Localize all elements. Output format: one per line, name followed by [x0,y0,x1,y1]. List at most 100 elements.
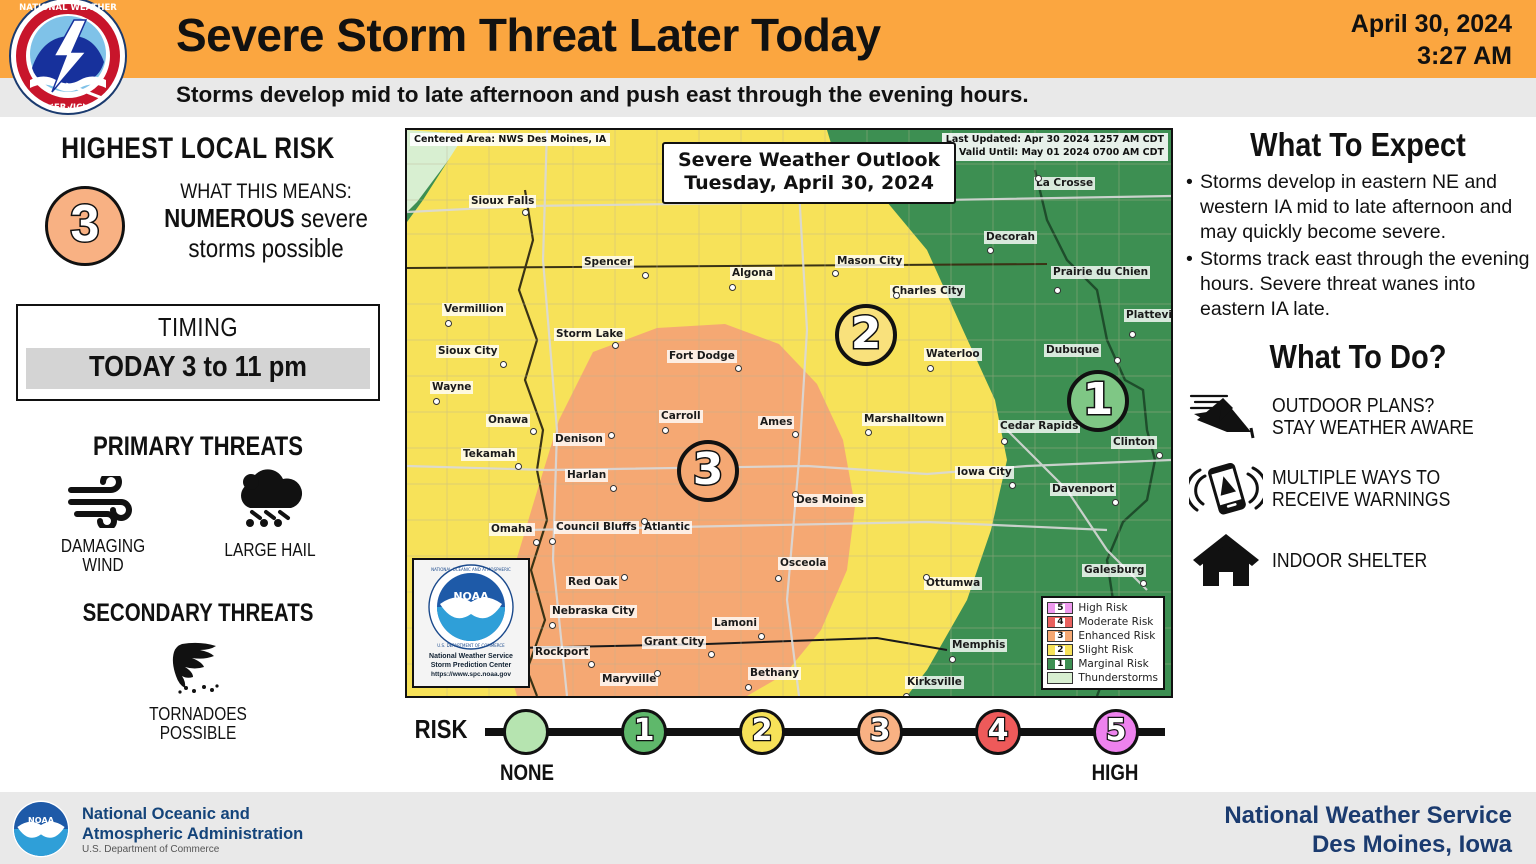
map-city-label: Maryville [600,673,659,687]
primary-threats-heading: PRIMARY THREATS [93,431,303,461]
timing-value-highlight: TODAY 3 to 11 pm [26,348,370,389]
todo-item-text: MULTIPLE WAYS TO RECEIVE WARNINGS [1272,467,1450,511]
header-date: April 30, 2024 [1350,10,1512,38]
map-title-line1: Severe Weather Outlook [678,149,941,171]
map-city-label: Osceola [778,557,829,571]
legend-label: Marginal Risk [1078,658,1149,670]
legend-swatch-number: 2 [1055,644,1066,655]
nws-seal-icon: NATIONAL WEATHER SERVICE [9,0,127,115]
map-city-label: Carroll [659,410,703,424]
risk-scale-node-number: 1 [632,713,655,748]
svg-text:NATIONAL OCEANIC AND ATMOSPHER: NATIONAL OCEANIC AND ATMOSPHERIC [431,567,511,572]
map-city-dot [533,539,540,546]
map-city-dot [612,342,619,349]
legend-label: High Risk [1078,602,1128,614]
map-city-label: Kirksville [905,676,964,690]
map-city-dot [1054,287,1061,294]
legend-row: 3 Enhanced Risk [1047,629,1158,643]
todo-item-text: OUTDOOR PLANS? STAY WEATHER AWARE [1272,395,1474,439]
map-city-label: Atlantic [642,521,693,535]
todo-item-receive-warnings: MULTIPLE WAYS TO RECEIVE WARNINGS [1180,458,1536,520]
map-city-dot [745,684,752,691]
map-city-dot [1009,482,1016,489]
spc-line1: National Weather Service [429,653,513,660]
threat-line1: LARGE HAIL [224,540,316,560]
threat-label: DAMAGING WIND [39,536,168,575]
map-city-dot [775,575,782,582]
noaa-line1: National Oceanic and [82,805,250,823]
todo-line1: INDOOR SHELTER [1272,549,1428,572]
map-city-label: Ames [758,416,795,430]
svg-text:NOAA: NOAA [28,815,55,825]
noaa-seal-icon: NOAA NATIONAL OCEANIC AND ATMOSPHERIC U.… [428,564,514,650]
map-city-label: Iowa City [955,466,1014,480]
header-datetime: April 30, 2024 3:27 AM [1351,8,1512,72]
todo-line2: RECEIVE WARNINGS [1272,488,1451,511]
map-city-dot [445,320,452,327]
map-city-label: Rockport [533,646,591,660]
highest-local-risk-heading: HIGHEST LOCAL RISK [61,132,335,165]
todo-line1: OUTDOOR PLANS? [1272,394,1435,417]
right-panel: What To Expect • Storms develop in easte… [1180,126,1536,792]
page-footer: NOAA National Oceanic and Atmospheric Ad… [0,792,1536,864]
secondary-threats-heading: SECONDARY THREATS [82,599,314,627]
map-city-label: Nebraska City [550,605,637,619]
threat-label: LARGE HAIL [206,540,335,560]
map-city-label: Bethany [748,667,802,681]
risk-scale-node-none [503,709,549,755]
nws-office-line2: Des Moines, Iowa [1311,830,1512,858]
map-city-dot [588,661,595,668]
nws-office-line1: National Weather Service [1224,802,1512,829]
svg-text:U.S. DEPARTMENT OF COMMERCE: U.S. DEPARTMENT OF COMMERCE [437,643,505,648]
map-city-label: Marshalltown [862,413,947,427]
legend-swatch: 1 [1047,658,1074,670]
map-city-dot [515,463,522,470]
map-city-dot [549,538,556,545]
house-icon [1193,533,1259,586]
map-city-label: Fort Dodge [667,350,737,364]
what-this-means: WHAT THIS MEANS: NUMEROUS severe storms … [140,180,392,263]
todo-item-outdoor-plans: OUTDOOR PLANS? STAY WEATHER AWARE [1180,388,1536,446]
legend-swatch-number: 4 [1055,616,1066,627]
page-subheader: Storms develop mid to late afternoon and… [0,78,1536,117]
legend-swatch: 5 [1047,602,1074,614]
tent-blowing-icon [1189,394,1255,439]
legend-label: Enhanced Risk [1078,630,1156,642]
map-city-dot [621,574,628,581]
map-city-label: Charles City [890,285,966,299]
subheader-text: Storms develop mid to late afternoon and… [176,82,1029,107]
map-city-dot [1035,175,1042,182]
legend-label: Slight Risk [1078,644,1134,656]
what-this-means-line2: storms possible [188,232,344,263]
map-centered-area-note: Centered Area: NWS Des Moines, IA [410,133,611,146]
map-valid-until: Valid Until: May 01 2024 0700 AM CDT [958,146,1164,158]
map-city-dot [893,292,900,299]
map-city-label: Galesburg [1082,564,1147,578]
risk-scale-line [485,728,1165,736]
bullet-icon: • [1186,247,1193,270]
map-city-label: Waterloo [924,348,982,362]
severe-weather-outlook-map[interactable]: Centered Area: NWS Des Moines, IA Last U… [405,128,1173,698]
risk-scale-node-number: 2 [750,713,773,748]
map-city-label: Plattevi [1124,309,1172,323]
map-city-label: Council Bluffs [554,521,639,535]
what-to-do-heading: What To Do? [1269,337,1447,375]
map-city-label: Denison [553,433,605,447]
map-city-dot [1129,331,1136,338]
legend-row: 1 Marginal Risk [1047,657,1158,671]
threat-label: TORNADOES POSSIBLE [134,704,263,743]
spc-logo-box: NOAA NATIONAL OCEANIC AND ATMOSPHERIC U.… [412,558,530,688]
page-header: Severe Storm Threat Later Today April 30… [0,0,1536,78]
bullet-icon: • [1186,171,1193,193]
map-city-dot [903,693,910,696]
map-city-dot [642,272,649,279]
todo-line2: STAY WEATHER AWARE [1272,416,1474,439]
map-city-label: Sioux Falls [469,195,537,209]
map-city-dot [729,284,736,291]
header-time: 3:27 AM [1417,42,1512,70]
map-city-label: Clinton [1111,436,1158,450]
what-to-expect-heading: What To Expect [1250,126,1466,163]
map-risk-marker-number: 1 [1081,373,1115,425]
map-city-label: Omaha [489,523,535,537]
legend-swatch: 2 [1047,644,1074,656]
